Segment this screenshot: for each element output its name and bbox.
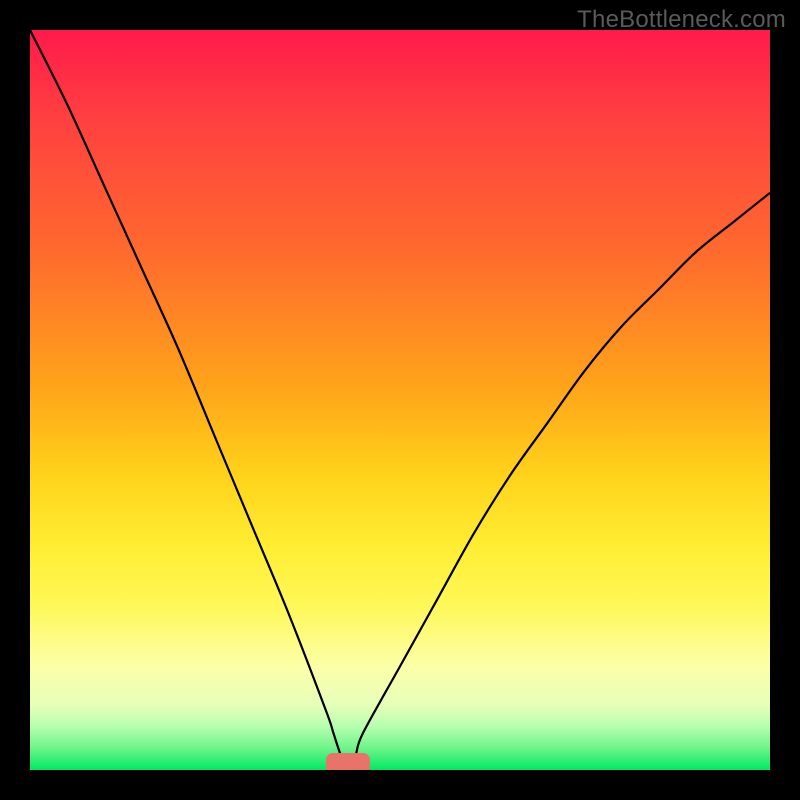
- curve-layer: [30, 30, 770, 770]
- plot-area: [30, 30, 770, 770]
- optimal-marker: [326, 753, 370, 770]
- chart-frame: TheBottleneck.com: [0, 0, 800, 800]
- watermark-text: TheBottleneck.com: [577, 6, 786, 34]
- bottleneck-curve: [30, 30, 770, 770]
